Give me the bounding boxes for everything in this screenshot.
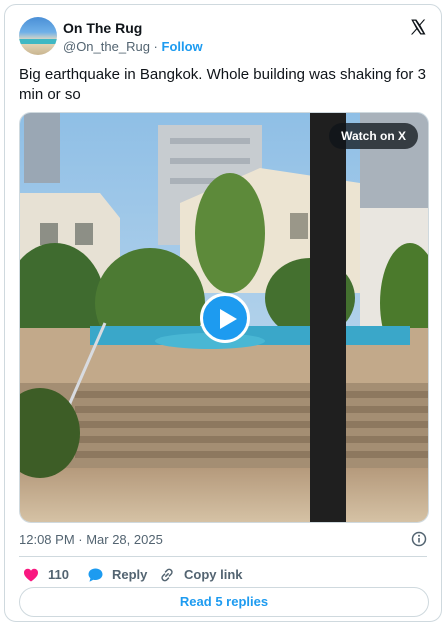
follow-button[interactable]: Follow (162, 39, 203, 54)
avatar[interactable] (19, 17, 57, 55)
heart-icon (24, 568, 38, 582)
video-player[interactable]: Watch on X (19, 112, 429, 523)
play-icon (220, 309, 237, 329)
tweet-card: On The Rug @On_the_Rug · Follow Big eart… (4, 4, 442, 622)
divider (19, 556, 427, 557)
play-button[interactable] (200, 293, 250, 343)
like-count: 110 (48, 567, 69, 582)
info-icon[interactable] (411, 531, 427, 547)
separator-dot: · (153, 39, 158, 54)
x-logo-icon[interactable] (409, 18, 427, 36)
reply-bubble-icon (88, 568, 103, 582)
author-handle[interactable]: @On_the_Rug (63, 39, 150, 54)
reply-label: Reply (112, 567, 148, 582)
author-handle-line: @On_the_Rug · Follow (63, 39, 203, 54)
read-replies-button[interactable]: Read 5 replies (19, 587, 429, 617)
copy-link-label: Copy link (184, 567, 243, 582)
link-icon (161, 568, 173, 582)
tweet-timestamp[interactable]: 12:08 PM · Mar 28, 2025 (19, 532, 163, 547)
watch-on-x-button[interactable]: Watch on X (329, 123, 418, 149)
author-name[interactable]: On The Rug (63, 20, 142, 36)
tweet-text: Big earthquake in Bangkok. Whole buildin… (19, 66, 426, 103)
